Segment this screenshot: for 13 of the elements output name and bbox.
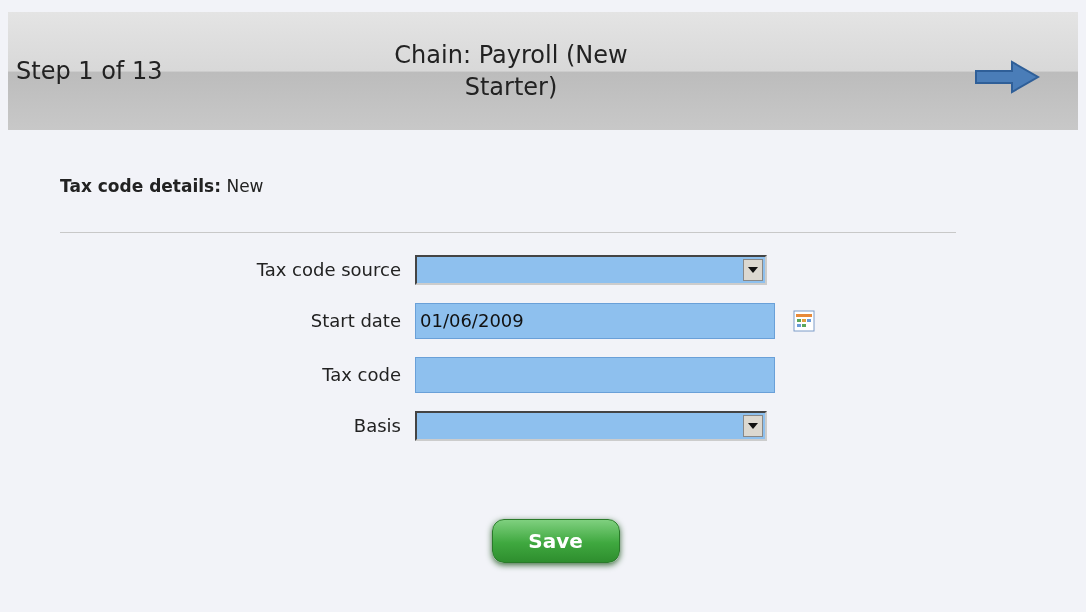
calendar-icon[interactable] (793, 309, 815, 332)
field-label: Tax code (321, 363, 402, 387)
field-label: Start date (309, 309, 402, 333)
input-field[interactable] (415, 356, 775, 393)
section-heading: Tax code details: New (60, 176, 264, 196)
field-label: Tax code source (255, 258, 402, 282)
dropdown-field[interactable] (415, 254, 767, 285)
date-field[interactable]: 01/06/2009 (415, 302, 775, 339)
field-label: Basis (352, 414, 402, 438)
dropdown-field[interactable] (415, 410, 767, 441)
chain-title: Chain: Payroll (New Starter) (393, 40, 629, 103)
next-arrow-icon[interactable] (974, 60, 1040, 94)
step-counter: Step 1 of 13 (16, 56, 164, 87)
